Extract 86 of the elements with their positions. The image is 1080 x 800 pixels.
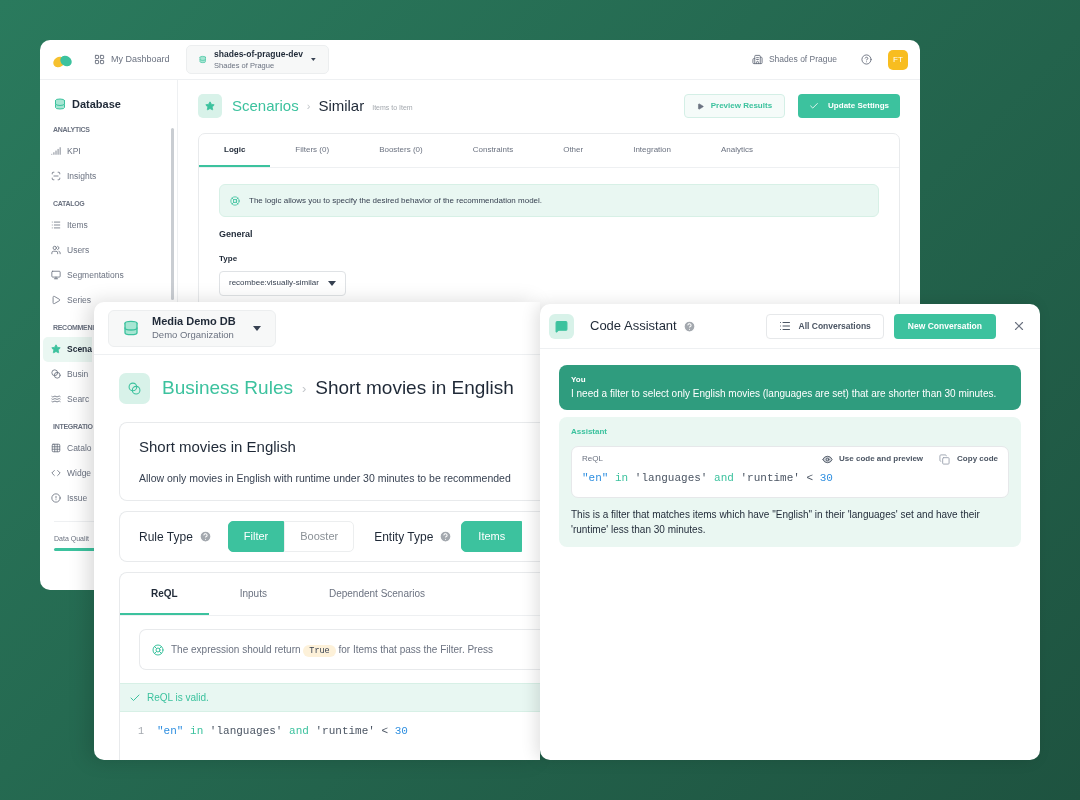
data-quality-bar: [54, 548, 94, 551]
dashboard-link[interactable]: My Dashboard: [111, 52, 170, 67]
page-title: Similar: [318, 95, 365, 116]
database-icon: [54, 98, 66, 111]
tab[interactable]: Integration: [608, 134, 696, 167]
entity-type-label: Entity Type: [374, 528, 434, 546]
check-icon: [809, 101, 820, 111]
grid-icon: [51, 443, 61, 453]
code-line: "en" in 'languages' and 'runtime' < 30: [157, 724, 408, 739]
tab[interactable]: Other: [538, 134, 609, 167]
sidebar-item[interactable]: Widge: [43, 460, 92, 486]
sidebar-item[interactable]: Busin: [43, 361, 89, 387]
sidebar-item[interactable]: Items: [43, 212, 88, 238]
bar-chart-icon: [51, 146, 61, 156]
organization-name: Shades of Prague: [768, 53, 837, 66]
info-text: The logic allows you to specify the desired behavior of the recommendation model.: [249, 194, 543, 207]
sidebar-item[interactable]: KPI: [43, 138, 81, 164]
star-icon: [205, 101, 215, 111]
validation-message: ReQL is valid.: [147, 691, 209, 705]
message-text: This is a filter that matches items which have "English" in their 'languages' set and have their 'runtime' less than 30 minutes.: [571, 507, 981, 537]
sidebar-item[interactable]: Searc: [43, 386, 90, 412]
database-icon: [198, 53, 207, 66]
page-title: Short movies in English: [315, 376, 514, 401]
caret-icon: [327, 280, 336, 286]
chat-icon: [555, 319, 568, 333]
scan-icon: [51, 171, 61, 181]
circles-icon: [51, 369, 61, 379]
line-number: 1: [138, 724, 144, 739]
use-code-button[interactable]: Use code and preview: [822, 453, 924, 465]
copy-code-button[interactable]: Copy code: [939, 453, 998, 465]
all-conversations-button[interactable]: All Conversations: [765, 313, 884, 339]
lifebuoy-icon: [152, 643, 164, 656]
sidebar-item[interactable]: Segmentations: [43, 262, 124, 288]
close-icon[interactable]: [1012, 319, 1026, 333]
help-icon[interactable]: [861, 54, 872, 65]
lifebuoy-icon: [230, 195, 240, 206]
circles-icon: [128, 382, 141, 395]
code-icon: [51, 468, 61, 478]
tab[interactable]: Constraints: [447, 134, 539, 167]
database-icon: [123, 320, 139, 336]
star-icon: [51, 344, 61, 354]
list-icon: [51, 220, 61, 230]
tab[interactable]: Analytics: [696, 134, 778, 167]
tab[interactable]: Inputs: [208, 573, 298, 615]
alert-icon: [51, 493, 61, 503]
copy-icon: [939, 453, 951, 465]
segment-option[interactable]: Booster: [284, 521, 355, 552]
users-icon: [51, 245, 61, 255]
sidebar-item[interactable]: Series: [43, 287, 92, 313]
hint-text: The expression should return True for Items that pass the Filter. Press: [171, 642, 493, 658]
sidebar-item[interactable]: Users: [43, 237, 90, 263]
sidebar-item[interactable]: Insights: [43, 163, 97, 189]
sidebar-item[interactable]: Scena: [43, 336, 93, 362]
caret-icon: [310, 57, 316, 62]
breadcrumb-separator: ›: [306, 98, 311, 114]
dashboard-icon: [94, 54, 105, 65]
monitor-icon: [51, 270, 61, 280]
message-author: You: [571, 374, 587, 386]
tab[interactable]: Boosters (0): [354, 134, 448, 167]
eye-icon: [822, 453, 834, 465]
tab[interactable]: ReQL: [120, 573, 209, 615]
building-icon: [751, 54, 763, 65]
list-icon: [778, 320, 791, 332]
code-line: "en" in 'languages' and 'runtime' < 30: [582, 471, 834, 486]
sidebar-title: Database: [72, 97, 121, 112]
field-label: Type: [219, 252, 238, 265]
type-select[interactable]: recombee:visually-similar: [219, 270, 346, 296]
tab[interactable]: Logic: [199, 134, 271, 167]
play-icon: [696, 102, 704, 110]
play-icon: [51, 295, 61, 305]
message-text: I need a filter to select only English movies (languages are set) that are shorter than 30 minutes.: [571, 387, 998, 401]
tab[interactable]: Filters (0): [270, 134, 355, 167]
rule-description: Allow only movies in English with runtime under 30 minutes to be recommended: [139, 470, 512, 486]
tab[interactable]: Dependent Scenarios: [297, 573, 457, 615]
sidebar-item[interactable]: Issue: [43, 485, 88, 511]
breadcrumb-separator: ›: [301, 379, 307, 398]
waves-icon: [51, 394, 61, 404]
message-author: Assistant: [571, 426, 608, 438]
caret-icon: [253, 325, 261, 331]
rule-type-label: Rule Type: [139, 528, 193, 546]
rule-title: Short movies in English: [139, 437, 297, 458]
code-language: ReQL: [582, 453, 603, 465]
database-selector[interactable]: Media Demo DB Demo Organization: [108, 309, 276, 347]
panel-title: Code Assistant: [590, 317, 677, 336]
section-title: General: [219, 228, 253, 241]
sidebar-item[interactable]: Catalo: [43, 435, 92, 461]
